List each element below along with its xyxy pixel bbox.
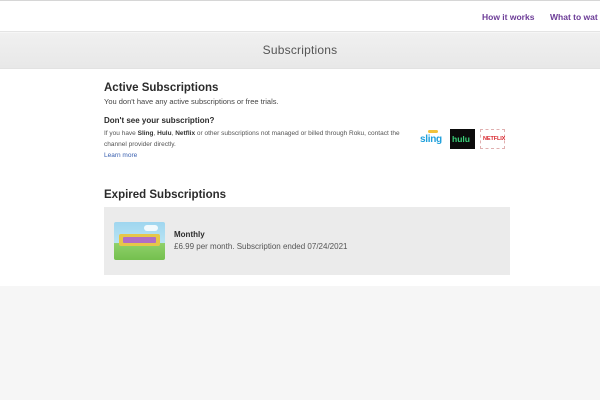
subscription-plan-detail: £6.99 per month. Subscription ended 07/2… bbox=[174, 242, 348, 251]
hulu-logo: hulu bbox=[450, 129, 475, 149]
active-subscriptions-heading: Active Subscriptions bbox=[104, 82, 219, 94]
sling-logo: sling bbox=[420, 129, 445, 149]
netflix-logo: NETFLIX bbox=[480, 129, 505, 149]
provider-netflix: Netflix bbox=[175, 130, 196, 137]
no-active-subscriptions-message: You don't have any active subscriptions … bbox=[104, 97, 279, 106]
provider-sling: Sling bbox=[137, 130, 154, 137]
subscriptions-content: Active Subscriptions You don't have any … bbox=[0, 69, 600, 286]
expired-subscriptions-heading: Expired Subscriptions bbox=[104, 189, 227, 201]
nav-how-it-works-link[interactable]: How it works bbox=[482, 12, 534, 22]
channel-thumbnail-icon bbox=[114, 222, 165, 260]
page-title: Subscriptions bbox=[262, 43, 338, 57]
provider-hulu: Hulu bbox=[157, 130, 172, 137]
learn-more-link[interactable]: Learn more bbox=[104, 152, 137, 159]
page-title-band: Subscriptions bbox=[0, 33, 600, 69]
dont-see-subscription-heading: Don't see your subscription? bbox=[104, 116, 215, 125]
nav-what-to-watch-link[interactable]: What to wat bbox=[550, 12, 598, 22]
third-party-subscription-explanation: If you have Sling, Hulu, Netflix or othe… bbox=[104, 130, 400, 148]
subscription-plan-name: Monthly bbox=[174, 230, 205, 239]
top-nav: How it works What to wat bbox=[0, 0, 600, 32]
expired-subscription-card[interactable]: Monthly £6.99 per month. Subscription en… bbox=[104, 207, 510, 275]
